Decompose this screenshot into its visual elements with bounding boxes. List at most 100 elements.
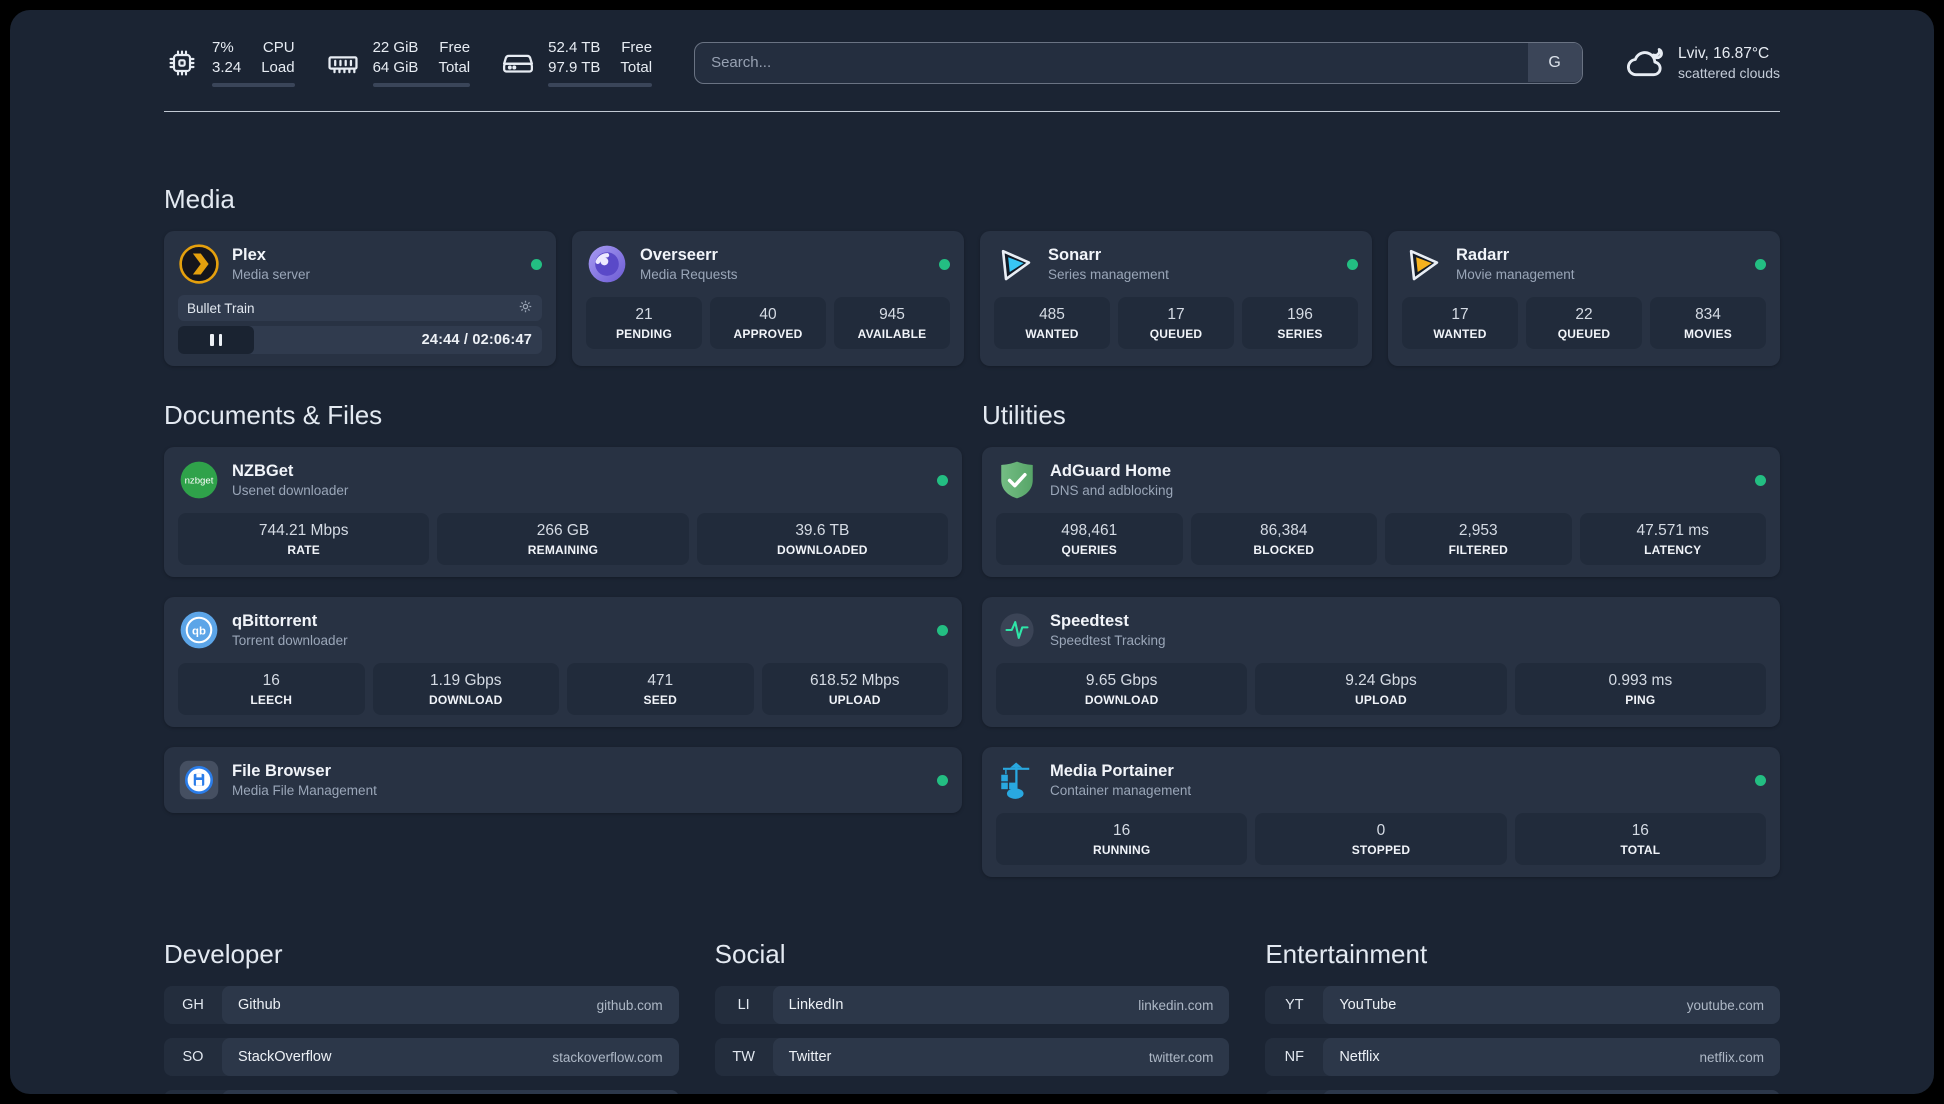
cpu-icon bbox=[164, 45, 200, 81]
disk-progress-bar bbox=[548, 83, 653, 87]
bookmark-github[interactable]: GH Github github.com bbox=[164, 986, 679, 1024]
cpu-label: CPU bbox=[262, 39, 295, 56]
radarr-icon bbox=[1402, 243, 1444, 285]
bookmark-name: Github bbox=[238, 997, 281, 1013]
stat-box: 0.993 ms PING bbox=[1514, 663, 1766, 715]
section-title-developer: Developer bbox=[164, 939, 283, 969]
service-card-nzbget[interactable]: nzbget NZBGet Usenet downloader 744.21 M… bbox=[164, 447, 962, 577]
bookmark-abbr: LI bbox=[737, 997, 750, 1013]
memory-progress-bar bbox=[372, 83, 471, 87]
bookmark-netflix[interactable]: NF Netflix netflix.com bbox=[1265, 1038, 1780, 1076]
stat-box: 39.6 TB DOWNLOADED bbox=[696, 513, 948, 565]
service-card-filebrowser[interactable]: File Browser Media File Management bbox=[164, 747, 962, 813]
memory-icon bbox=[325, 45, 361, 81]
stat-box: 17 WANTED bbox=[1402, 297, 1518, 349]
stat-box: 266 GB REMAINING bbox=[437, 513, 689, 565]
service-title: Overseerr bbox=[640, 246, 718, 264]
search-provider-button[interactable]: G bbox=[1527, 43, 1582, 82]
bookmark-url: twitter.com bbox=[1148, 1049, 1214, 1065]
stat-box: 485 WANTED bbox=[994, 297, 1110, 349]
service-title: File Browser bbox=[232, 762, 332, 780]
status-dot bbox=[937, 474, 948, 486]
service-title: Media Portainer bbox=[1050, 762, 1174, 780]
bookmark-abbr: DT bbox=[164, 1090, 222, 1094]
service-card-portainer[interactable]: Media Portainer Container management 16 R… bbox=[982, 747, 1780, 877]
memory-widget: 22 GiB Free 64 GiB Total bbox=[325, 38, 471, 87]
documents-column: Documents & Files nzbget NZBGet Usenet d bbox=[164, 400, 962, 813]
svg-text:qb: qb bbox=[192, 625, 206, 637]
service-card-plex[interactable]: Plex Media server Bullet Train 24:44 / 0… bbox=[164, 231, 556, 366]
bookmark-abbr: YT bbox=[1285, 997, 1304, 1013]
disk-free-value: 52.4 TB bbox=[548, 39, 601, 56]
disk-free-label: Free bbox=[621, 39, 653, 56]
settings-gear-icon[interactable] bbox=[518, 299, 533, 317]
service-card-sonarr[interactable]: Sonarr Series management 485 WANTED 17 QUE… bbox=[980, 231, 1372, 366]
dashboard-page: 7% CPU 3.24 Load 22 GiB Free 64 GiB Tota… bbox=[10, 10, 1934, 1094]
memory-total-value: 64 GiB bbox=[372, 58, 419, 76]
bookmark-name: Netflix bbox=[1339, 1049, 1380, 1065]
plex-icon bbox=[178, 243, 220, 285]
speedtest-icon bbox=[996, 609, 1038, 651]
service-subtitle: Media Requests bbox=[640, 267, 738, 282]
playback-time: 24:44 / 02:06:47 bbox=[421, 332, 532, 348]
service-card-speedtest[interactable]: Speedtest Speedtest Tracking 9.65 Gbps DO… bbox=[982, 597, 1780, 727]
search-input[interactable] bbox=[694, 41, 1584, 84]
section-title-entertainment: Entertainment bbox=[1265, 939, 1428, 969]
service-title: qBittorrent bbox=[232, 612, 318, 630]
bookmark-url: netflix.com bbox=[1699, 1049, 1764, 1065]
bookmark-twitter[interactable]: TW Twitter twitter.com bbox=[714, 1038, 1230, 1076]
stat-box: 9.65 Gbps DOWNLOAD bbox=[996, 663, 1248, 715]
weather-location: Lviv, 16.87°C bbox=[1678, 44, 1770, 62]
service-subtitle: DNS and adblocking bbox=[1050, 483, 1174, 498]
bookmark-url: github.com bbox=[596, 997, 663, 1013]
bookmark-linkedin[interactable]: LI LinkedIn linkedin.com bbox=[714, 986, 1230, 1024]
disk-widget: 52.4 TB Free 97.9 TB Total bbox=[500, 38, 653, 87]
service-card-qbittorrent[interactable]: qb qBittorrent Torrent downloader 16 LEEC… bbox=[164, 597, 962, 727]
service-card-adguard[interactable]: AdGuard Home DNS and adblocking 498,461 Q… bbox=[982, 447, 1780, 577]
bookmark-name: Twitter bbox=[788, 1049, 832, 1065]
qbittorrent-icon: qb bbox=[178, 609, 220, 651]
status-dot bbox=[1755, 258, 1766, 270]
service-card-overseerr[interactable]: Overseerr Media Requests 21 PENDING 40 APP… bbox=[572, 231, 964, 366]
service-title: NZBGet bbox=[232, 462, 294, 480]
stat-box: 22 QUEUED bbox=[1526, 297, 1642, 349]
memory-free-label: Free bbox=[439, 39, 471, 56]
cpu-load-value: 3.24 bbox=[212, 58, 242, 76]
pause-button[interactable] bbox=[178, 326, 254, 354]
bookmark-url: youtube.com bbox=[1686, 997, 1764, 1013]
memory-total-label: Total bbox=[438, 58, 471, 76]
adguard-icon bbox=[996, 459, 1038, 501]
section-title-documents: Documents & Files bbox=[164, 400, 383, 430]
stat-box: 471 SEED bbox=[567, 663, 754, 715]
service-title: AdGuard Home bbox=[1050, 462, 1172, 480]
stat-box: 2,953 FILTERED bbox=[1385, 513, 1572, 565]
weather-condition: scattered clouds bbox=[1678, 64, 1780, 81]
header-divider bbox=[164, 111, 1780, 112]
status-dot bbox=[937, 624, 948, 636]
bookmark-abbr: SO bbox=[182, 1049, 204, 1065]
service-title: Speedtest bbox=[1050, 612, 1129, 630]
stat-box: 47.571 ms LATENCY bbox=[1579, 513, 1766, 565]
service-title: Plex bbox=[232, 246, 266, 264]
bookmark-youtube[interactable]: YT YouTube youtube.com bbox=[1265, 986, 1780, 1024]
resource-widgets: 7% CPU 3.24 Load 22 GiB Free 64 GiB Tota… bbox=[164, 38, 653, 87]
bookmarks-social: Social LI LinkedIn linkedin.com TW Twitt… bbox=[714, 939, 1230, 1094]
cpu-load-label: Load bbox=[261, 58, 295, 76]
status-dot bbox=[937, 774, 948, 786]
stat-box: 40 APPROVED bbox=[710, 297, 826, 349]
section-title-media: Media bbox=[164, 184, 235, 214]
bookmark-url: stackoverflow.com bbox=[552, 1049, 663, 1065]
bookmark-url: linkedin.com bbox=[1138, 997, 1214, 1013]
service-card-radarr[interactable]: Radarr Movie management 17 WANTED 22 QUEUE… bbox=[1388, 231, 1780, 366]
stat-box: 834 MOVIES bbox=[1650, 297, 1766, 349]
svg-text:nzbget: nzbget bbox=[185, 476, 214, 487]
service-title: Sonarr bbox=[1048, 246, 1102, 264]
bookmarks-developer: Developer GH Github github.com SO StackO… bbox=[164, 939, 679, 1094]
top-bar: 7% CPU 3.24 Load 22 GiB Free 64 GiB Tota… bbox=[164, 10, 1780, 87]
nzbget-icon: nzbget bbox=[178, 459, 220, 501]
bookmark-reddit[interactable]: RE Reddit reddit.com bbox=[1265, 1090, 1780, 1094]
bookmark-stackoverflow[interactable]: SO StackOverflow stackoverflow.com bbox=[164, 1038, 679, 1076]
overseerr-icon bbox=[586, 243, 628, 285]
bookmark-dev[interactable]: DT DEV dev.to bbox=[164, 1090, 679, 1094]
weather-widget[interactable]: Lviv, 16.87°C scattered clouds bbox=[1625, 43, 1780, 83]
